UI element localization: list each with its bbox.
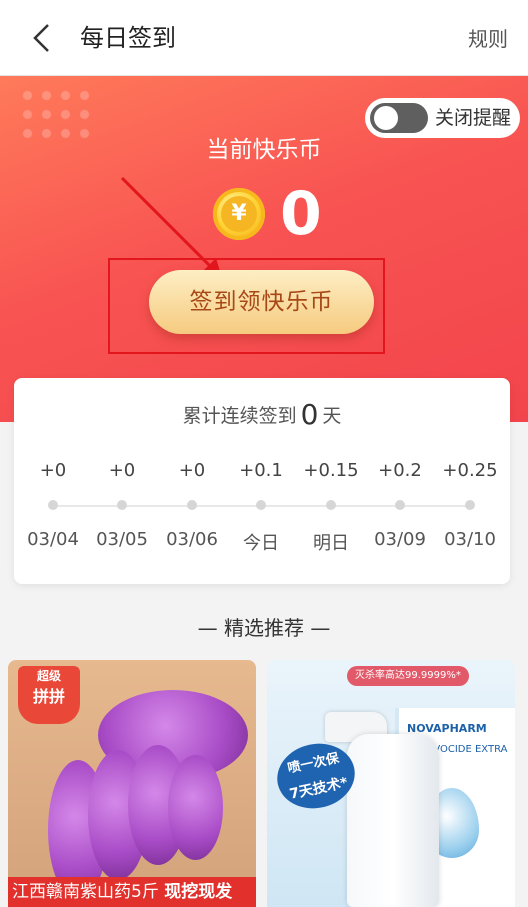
balance-label: 当前快乐币 [206,137,322,163]
coin-balance: 0 [280,179,322,249]
rules-link[interactable]: 规则 [468,24,508,54]
streak-summary: 累计连续签到 0 天 [14,396,510,435]
spray-bottle-image [347,734,439,907]
toggle-knob [374,106,398,130]
day-bonus: +0 [108,460,136,481]
day-dot [256,500,266,510]
product-card[interactable]: 灭杀率高达99.9999%* NOVAPHARM EVOCIDE EXTRA 喷… [267,660,515,907]
toggle-switch[interactable] [370,103,428,133]
day-dot [395,500,405,510]
day-dot [326,500,336,510]
day-date: 03/05 [96,529,148,550]
day-bonus: +0.15 [303,460,359,481]
day-date: 今日 [243,533,279,554]
section-title: — 精选推荐 — [197,616,331,640]
promo-badge: 超级 拼拼 [18,666,80,724]
streak-suffix: 天 [322,405,342,427]
day-date: 03/10 [444,529,496,550]
page-title: 每日签到 [80,24,176,52]
day-dot [48,500,58,510]
day-date: 03/04 [27,529,79,550]
yam-slice [168,755,223,860]
badge-line1: 超级 [36,669,61,683]
day-date: 明日 [313,533,349,554]
day-bonus: +0.2 [378,460,422,481]
product-claim-tag: 灭杀率高达99.9999%* [347,666,469,686]
top-bar: 每日签到 规则 [0,0,528,76]
day-date: 03/06 [166,529,218,550]
day-dot [187,500,197,510]
streak-card: 累计连续签到 0 天 +0 +0 +0 +0.1 +0.15 +0.2 +0.25 … [14,378,510,584]
day-bonus: +0.25 [442,460,498,481]
day-dot [465,500,475,510]
day-bonus: +0 [178,460,206,481]
streak-prefix: 累计连续签到 [182,405,297,427]
product-tag: 现挖现发 [164,882,233,902]
day-dot [117,500,127,510]
product-card[interactable]: 超级 拼拼 江西赣南紫山药5斤 现挖现发 [8,660,256,907]
day-bonus: +0.1 [239,460,283,481]
streak-count: 0 [300,398,319,431]
product-name: 江西赣南紫山药5斤 [12,882,159,902]
badge-line2: 拼拼 [32,687,65,706]
checkin-hero: 关闭提醒 当前快乐币 ¥ 0 签到领快乐币 [0,76,528,422]
reminder-label: 关闭提醒 [435,107,512,129]
day-date: 03/09 [374,529,426,550]
back-arrow-icon[interactable] [28,22,58,54]
brand-label: NOVAPHARM [407,722,487,735]
sign-in-button[interactable]: 签到领快乐币 [149,270,374,334]
product-caption: 江西赣南紫山药5斤 现挖现发 [8,877,256,907]
day-bonus: +0 [39,460,67,481]
box-text: EVOCIDE EXTRA [427,744,508,755]
